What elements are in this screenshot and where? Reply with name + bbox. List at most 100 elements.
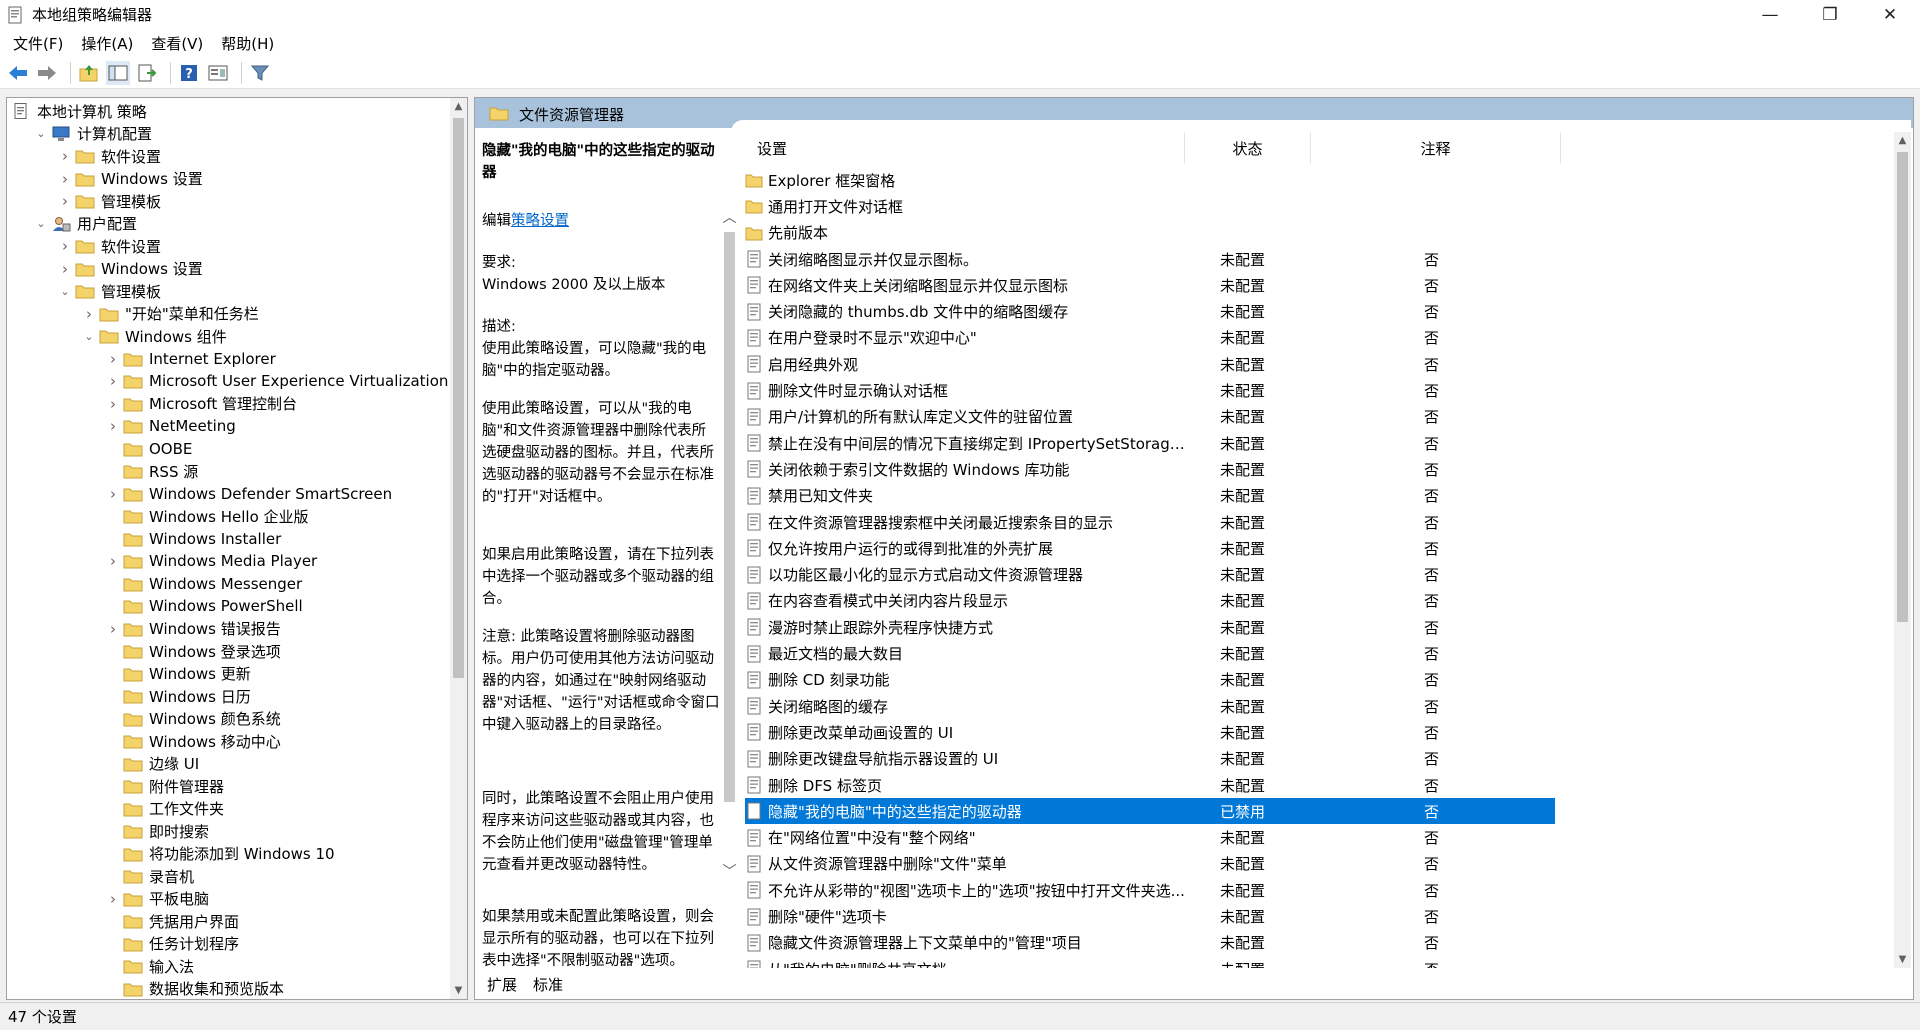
expand-chevron-right-icon[interactable]: ›: [57, 260, 73, 278]
tab-extended[interactable]: 扩展: [477, 972, 527, 996]
tree-item[interactable]: RSS 源: [105, 460, 198, 483]
expand-chevron-right-icon[interactable]: ›: [105, 395, 121, 413]
expand-chevron-right-icon[interactable]: ›: [105, 485, 121, 503]
filter-icon[interactable]: [248, 61, 272, 85]
tree-item[interactable]: › "开始"菜单和任务栏: [81, 303, 259, 326]
tree-item[interactable]: › Microsoft User Experience Virtualizatio…: [105, 370, 448, 393]
expand-chevron-right-icon[interactable]: ›: [105, 890, 121, 908]
expand-chevron-right-icon[interactable]: ›: [81, 305, 97, 323]
show-hide-tree-icon[interactable]: [106, 60, 130, 85]
tree-scrollbar[interactable]: ▲ ▼: [450, 98, 467, 999]
column-header-note[interactable]: 注释: [1311, 132, 1561, 164]
minimize-button[interactable]: —: [1740, 0, 1800, 29]
policy-row[interactable]: 在文件资源管理器搜索框中关闭最近搜索条目的显示 未配置 否: [745, 509, 1555, 535]
policy-row[interactable]: 从"我的电脑"删除共享文档 未配置 否: [745, 956, 1555, 968]
tree-item[interactable]: › Windows Media Player: [105, 550, 317, 573]
tree-item[interactable]: › Windows Defender SmartScreen: [105, 483, 392, 506]
tree-item[interactable]: 任务计划程序: [105, 933, 239, 956]
policy-row[interactable]: 禁止在没有中间层的情况下直接绑定到 IPropertySetStorage...…: [745, 430, 1555, 456]
tree-item[interactable]: 录音机: [105, 865, 194, 888]
tree-item[interactable]: › 软件设置: [57, 145, 161, 168]
tree-item[interactable]: › 管理模板: [57, 190, 161, 213]
tree-item[interactable]: Windows 移动中心: [105, 730, 281, 753]
tree-item[interactable]: 本地计算机 策略: [9, 100, 147, 123]
tree-item[interactable]: 将功能添加到 Windows 10: [105, 843, 335, 866]
tree-item[interactable]: Windows 登录选项: [105, 640, 281, 663]
menu-file[interactable]: 文件(F): [4, 33, 72, 54]
table-scroll-thumb[interactable]: [1897, 152, 1908, 622]
policy-row[interactable]: 漫游时禁止跟踪外壳程序快捷方式 未配置 否: [745, 614, 1555, 640]
tree-item[interactable]: › Internet Explorer: [105, 348, 276, 371]
policy-row[interactable]: 删除 CD 刻录功能 未配置 否: [745, 667, 1555, 693]
tree-item[interactable]: Windows PowerShell: [105, 595, 303, 618]
maximize-button[interactable]: ❐: [1800, 0, 1860, 29]
forward-arrow-icon[interactable]: [35, 61, 59, 85]
properties-icon[interactable]: [206, 61, 230, 85]
expand-chevron-right-icon[interactable]: ›: [57, 237, 73, 255]
tree-item[interactable]: › 软件设置: [57, 235, 161, 258]
tree-scroll-thumb[interactable]: [453, 118, 464, 678]
expand-chevron-right-icon[interactable]: ›: [105, 350, 121, 368]
tree-item[interactable]: 凭据用户界面: [105, 910, 239, 933]
scroll-up-arrow-icon[interactable]: ▲: [1894, 132, 1911, 149]
tree-item[interactable]: › Windows 错误报告: [105, 618, 281, 641]
back-arrow-icon[interactable]: [6, 61, 30, 85]
policy-row[interactable]: 在"网络位置"中没有"整个网络" 未配置 否: [745, 825, 1555, 851]
tree-item[interactable]: 工作文件夹: [105, 798, 224, 821]
edit-policy-link[interactable]: 策略设置: [511, 213, 569, 229]
tree-item[interactable]: 附件管理器: [105, 775, 224, 798]
tree-item[interactable]: ⌄ Windows 组件: [81, 325, 226, 348]
expand-chevron-down-icon[interactable]: ⌄: [33, 127, 49, 140]
tree-item[interactable]: 边缘 UI: [105, 753, 199, 776]
policy-row[interactable]: 启用经典外观 未配置 否: [745, 351, 1555, 377]
tree-item[interactable]: › Windows 设置: [57, 168, 203, 191]
column-header-setting[interactable]: 设置: [739, 132, 1185, 164]
column-header-state[interactable]: 状态: [1185, 132, 1311, 164]
tree-item[interactable]: ⌄ 管理模板: [57, 280, 161, 303]
scroll-up-arrow-icon[interactable]: ︿: [721, 208, 738, 226]
policy-row[interactable]: 删除更改键盘导航指示器设置的 UI 未配置 否: [745, 746, 1555, 772]
tree-item[interactable]: › Windows 设置: [57, 258, 203, 281]
policy-row[interactable]: 关闭依赖于索引文件数据的 Windows 库功能 未配置 否: [745, 456, 1555, 482]
tree-item[interactable]: Windows Hello 企业版: [105, 505, 309, 528]
tree-item[interactable]: Windows Messenger: [105, 573, 302, 596]
up-folder-icon[interactable]: [77, 61, 101, 85]
policy-row[interactable]: 不允许从彩带的"视图"选项卡上的"选项"按钮中打开文件夹选... 未配置 否: [745, 877, 1555, 903]
menu-view[interactable]: 查看(V): [142, 33, 212, 54]
tree-item[interactable]: Windows 颜色系统: [105, 708, 281, 731]
policy-row[interactable]: 禁用已知文件夹 未配置 否: [745, 483, 1555, 509]
tree-item[interactable]: 数据收集和预览版本: [105, 978, 284, 1000]
expand-chevron-right-icon[interactable]: ›: [57, 192, 73, 210]
policy-row[interactable]: 关闭缩略图显示并仅显示图标。 未配置 否: [745, 246, 1555, 272]
tree-item[interactable]: 输入法: [105, 955, 194, 978]
tree-item[interactable]: 即时搜索: [105, 820, 209, 843]
expand-chevron-right-icon[interactable]: ›: [105, 372, 121, 390]
policy-row[interactable]: 删除更改菜单动画设置的 UI 未配置 否: [745, 719, 1555, 745]
tree-item[interactable]: › Microsoft 管理控制台: [105, 393, 297, 416]
policy-row[interactable]: 关闭缩略图的缓存 未配置 否: [745, 693, 1555, 719]
policy-row[interactable]: 关闭隐藏的 thumbs.db 文件中的缩略图缓存 未配置 否: [745, 299, 1555, 325]
tree-pane[interactable]: 本地计算机 策略 ⌄ 计算机配置 › 软件设置 › Windows 设置 › 管理模板 ⌄ 用户配置…: [6, 97, 468, 1000]
policy-row[interactable]: 在网络文件夹上关闭缩略图显示并仅显示图标 未配置 否: [745, 272, 1555, 298]
policy-row[interactable]: 最近文档的最大数目 未配置 否: [745, 640, 1555, 666]
export-list-icon[interactable]: [135, 61, 159, 85]
tree-item[interactable]: ⌄ 用户配置: [33, 213, 137, 236]
scroll-down-arrow-icon[interactable]: ▼: [450, 982, 467, 999]
menu-action[interactable]: 操作(A): [72, 33, 142, 54]
scroll-down-arrow-icon[interactable]: ﹀: [721, 862, 738, 880]
expand-chevron-right-icon[interactable]: ›: [57, 147, 73, 165]
policy-row[interactable]: 删除 DFS 标签页 未配置 否: [745, 772, 1555, 798]
policy-row[interactable]: 在用户登录时不显示"欢迎中心" 未配置 否: [745, 325, 1555, 351]
folder-row[interactable]: 通用打开文件对话框: [745, 193, 1555, 219]
folder-row[interactable]: Explorer 框架窗格: [745, 167, 1555, 193]
tree-item[interactable]: › 平板电脑: [105, 888, 209, 911]
expand-chevron-right-icon[interactable]: ›: [105, 552, 121, 570]
table-scrollbar[interactable]: ▲ ▼: [1894, 132, 1911, 968]
help-icon[interactable]: ?: [177, 61, 201, 85]
close-button[interactable]: ✕: [1860, 0, 1920, 29]
scroll-down-arrow-icon[interactable]: ▼: [1894, 951, 1911, 968]
menu-help[interactable]: 帮助(H): [212, 33, 283, 54]
tree-item[interactable]: Windows Installer: [105, 528, 281, 551]
policy-row[interactable]: 以功能区最小化的显示方式启动文件资源管理器 未配置 否: [745, 562, 1555, 588]
tree-item[interactable]: › NetMeeting: [105, 415, 236, 438]
